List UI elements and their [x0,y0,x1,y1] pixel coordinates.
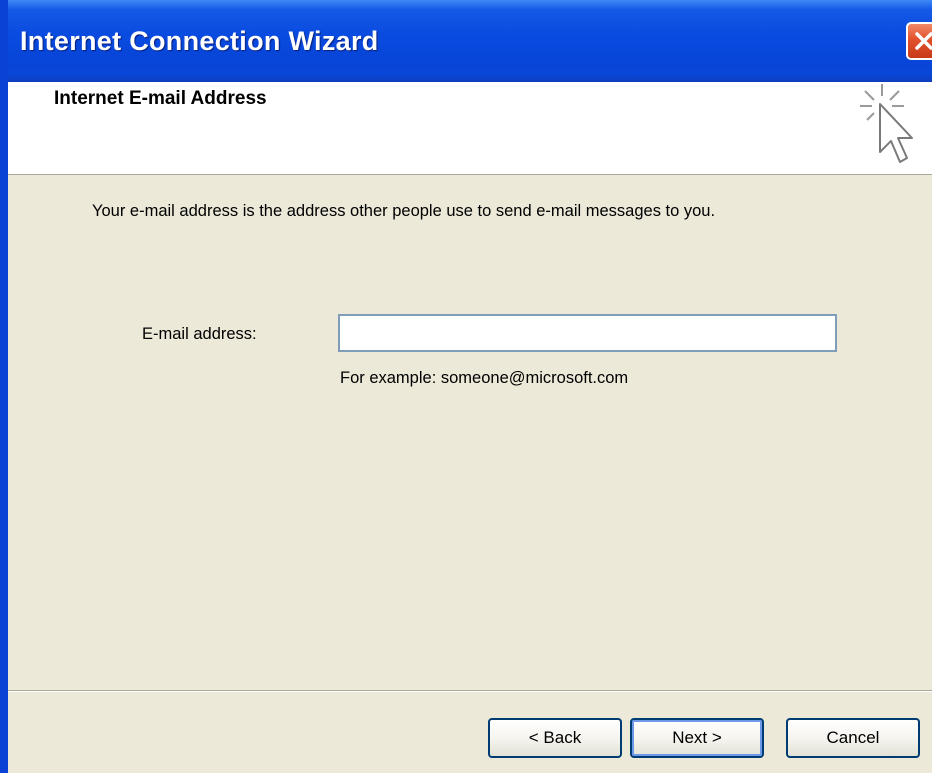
footer-divider [8,690,932,692]
title-bar[interactable]: Internet Connection Wizard [8,0,932,82]
close-icon [915,32,932,50]
email-address-input[interactable] [338,314,837,352]
window-title: Internet Connection Wizard [20,26,379,56]
intro-text: Your e-mail address is the address other… [92,202,716,220]
close-button[interactable] [906,22,932,60]
page-title: Internet E-mail Address [54,88,267,109]
cancel-button[interactable]: Cancel [786,718,920,758]
wizard-cursor-icon [852,82,922,177]
email-label: E-mail address: [142,325,257,343]
email-example-text: For example: someone@microsoft.com [340,369,629,387]
next-button[interactable]: Next > [630,718,764,758]
back-button[interactable]: < Back [488,718,622,758]
wizard-window: Internet Connection Wizard Internet E-ma… [0,0,932,773]
wizard-header: Internet E-mail Address [8,82,932,175]
